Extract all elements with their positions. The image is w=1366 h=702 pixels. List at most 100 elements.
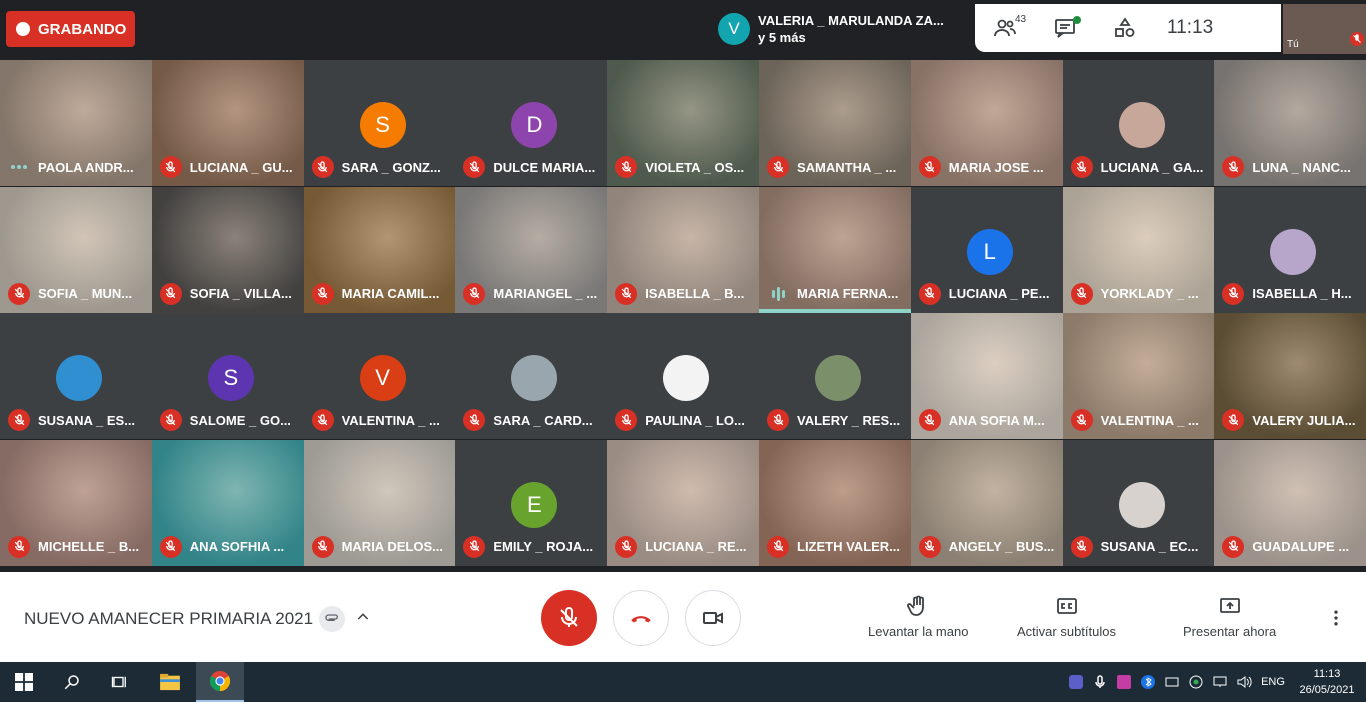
- bluetooth-icon[interactable]: [1136, 675, 1160, 689]
- participant-tile[interactable]: MICHELLE _ B...: [0, 439, 152, 566]
- participant-tile[interactable]: L LUCIANA _ PE...: [910, 186, 1063, 313]
- muted-mic-icon: [918, 282, 941, 305]
- participant-tile[interactable]: E EMILY _ ROJA...: [455, 439, 608, 566]
- presenting-chip[interactable]: V VALERIA _ MARULANDA ZA... y 5 más: [710, 6, 972, 52]
- microphone-tray-icon[interactable]: [1088, 675, 1112, 689]
- participant-label: PAOLA ANDR...: [8, 156, 148, 178]
- participant-tile[interactable]: ANA SOFHIA ...: [151, 439, 304, 566]
- participant-grid: PAOLA ANDR... LUCIANA _ GU... S SARA _ GONZ…: [0, 60, 1366, 568]
- participant-tile[interactable]: LUNA _ NANC...: [1214, 60, 1366, 186]
- participant-tile[interactable]: ISABELLA _ H...: [1214, 186, 1366, 313]
- muted-mic-icon: [767, 535, 789, 558]
- participant-name: ISABELLA _ H...: [1252, 286, 1352, 301]
- participant-tile[interactable]: PAOLA ANDR...: [0, 60, 152, 186]
- search-button[interactable]: [48, 662, 96, 702]
- participant-name: MARIA JOSE ...: [948, 159, 1044, 175]
- participant-tile[interactable]: LUCIANA _ GA...: [1062, 60, 1215, 186]
- participant-tile[interactable]: MARIA CAMIL...: [303, 186, 456, 313]
- participant-tile[interactable]: MARIA DELOS...: [303, 439, 456, 566]
- app-tray-icon[interactable]: [1112, 675, 1136, 689]
- raise-hand-button[interactable]: Levantar la mano: [868, 594, 968, 639]
- present-now-button[interactable]: Presentar ahora: [1183, 594, 1276, 639]
- muted-mic-icon: [767, 156, 789, 178]
- microphone-toggle-button[interactable]: [541, 590, 597, 646]
- self-view-tile[interactable]: Tú: [1283, 4, 1366, 54]
- volume-icon[interactable]: [1232, 675, 1256, 689]
- device-tray-icon[interactable]: [1160, 676, 1184, 688]
- muted-mic-icon: [615, 156, 638, 178]
- folder-icon: [160, 673, 180, 691]
- more-options-button[interactable]: [1326, 608, 1346, 633]
- captions-button[interactable]: Activar subtítulos: [1017, 594, 1116, 639]
- participant-tile[interactable]: SOFIA _ MUN...: [0, 186, 152, 313]
- participant-tile[interactable]: MARIANGEL _ ...: [455, 186, 608, 313]
- shapes-icon: [1115, 17, 1135, 37]
- camera-toggle-button[interactable]: [685, 590, 741, 646]
- chrome-button[interactable]: [196, 662, 244, 702]
- participant-name: MARIA DELOS...: [341, 539, 443, 554]
- muted-mic-icon: [311, 409, 334, 431]
- participant-tile[interactable]: YORKLADY _ ...: [1062, 186, 1215, 313]
- participant-tile[interactable]: GUADALUPE ...: [1214, 439, 1366, 566]
- participant-tile[interactable]: ISABELLA _ B...: [607, 186, 760, 313]
- participant-tile[interactable]: VIOLETA _ OS...: [607, 60, 760, 186]
- attachment-icon: [319, 606, 346, 632]
- participant-label: SUSANA _ ES...: [8, 409, 148, 431]
- teams-icon[interactable]: [1064, 675, 1088, 689]
- participant-tile[interactable]: VALENTINA _ ...: [1062, 313, 1215, 439]
- participant-label: VALENTINA _ ...: [1070, 409, 1211, 431]
- meeting-details[interactable]: NUEVO AMANECER PRIMARIA 2021: [24, 606, 371, 632]
- participant-tile[interactable]: SAMANTHA _ ...: [759, 60, 911, 186]
- task-view-button[interactable]: [96, 662, 144, 702]
- muted-mic-icon: [159, 409, 182, 431]
- participant-label: MICHELLE _ B...: [8, 535, 148, 558]
- participant-tile[interactable]: LUCIANA _ RE...: [607, 439, 760, 566]
- input-language[interactable]: ENG: [1256, 676, 1290, 688]
- file-explorer-button[interactable]: [146, 662, 194, 702]
- participants-button[interactable]: 43: [975, 4, 1035, 52]
- participant-tile[interactable]: S SARA _ GONZ...: [303, 60, 456, 186]
- bottom-bar: NUEVO AMANECER PRIMARIA 2021 Levantar la…: [0, 572, 1366, 662]
- chevron-up-icon[interactable]: [355, 609, 371, 630]
- participant-tile[interactable]: SOFIA _ VILLA...: [151, 186, 304, 313]
- chat-button[interactable]: [1035, 4, 1095, 52]
- activities-button[interactable]: [1095, 4, 1155, 52]
- participant-tile[interactable]: LIZETH VALER...: [759, 439, 911, 566]
- participant-name: VALERY _ RES...: [797, 412, 901, 428]
- participant-tile[interactable]: VALERY _ RES...: [759, 313, 911, 439]
- participant-label: ISABELLA _ H...: [1222, 282, 1362, 305]
- participant-name: LUCIANA _ GA...: [1100, 159, 1204, 175]
- participant-label: LIZETH VALER...: [767, 535, 907, 558]
- muted-mic-icon: [1070, 409, 1093, 431]
- participant-tile[interactable]: S SALOME _ GO...: [151, 313, 304, 439]
- participant-tile[interactable]: ANGELY _ BUS...: [910, 439, 1063, 566]
- participant-name: VALENTINA _ ...: [1100, 412, 1199, 428]
- participant-tile[interactable]: SARA _ CARD...: [455, 313, 608, 439]
- muted-mic-icon: [1070, 282, 1093, 305]
- participant-avatar: S: [207, 355, 254, 401]
- participant-label: PAULINA _ LO...: [615, 409, 755, 431]
- muted-mic-icon: [1222, 156, 1245, 178]
- muted-mic-icon: [463, 282, 486, 305]
- participant-tile[interactable]: PAULINA _ LO...: [607, 313, 760, 439]
- participant-name: MARIANGEL _ ...: [493, 286, 598, 301]
- participant-tile[interactable]: SUSANA _ EC...: [1062, 439, 1215, 566]
- network-icon[interactable]: [1208, 676, 1232, 688]
- participant-tile[interactable]: D DULCE MARIA...: [455, 60, 608, 186]
- participant-tile[interactable]: MARIA JOSE ...: [910, 60, 1063, 186]
- participant-tile[interactable]: V VALENTINA _ ...: [303, 313, 456, 439]
- participant-tile[interactable]: ANA SOFIA M...: [910, 313, 1063, 439]
- muted-mic-icon: [615, 409, 638, 431]
- participant-tile[interactable]: SUSANA _ ES...: [0, 313, 152, 439]
- taskbar-date: 26/05/2021: [1299, 684, 1355, 696]
- present-now-label: Presentar ahora: [1183, 624, 1277, 639]
- participant-tile[interactable]: LUCIANA _ GU...: [151, 60, 304, 186]
- participant-tile[interactable]: VALERY JULIA...: [1214, 313, 1366, 439]
- taskbar-clock[interactable]: 11:13 26/05/2021: [1294, 666, 1360, 698]
- leave-call-button[interactable]: [613, 590, 669, 646]
- participant-avatar: [1270, 228, 1317, 275]
- participant-tile[interactable]: MARIA FERNA...: [759, 186, 911, 313]
- security-tray-icon[interactable]: [1184, 675, 1208, 689]
- participant-avatar: [56, 355, 102, 401]
- start-button[interactable]: [0, 662, 48, 702]
